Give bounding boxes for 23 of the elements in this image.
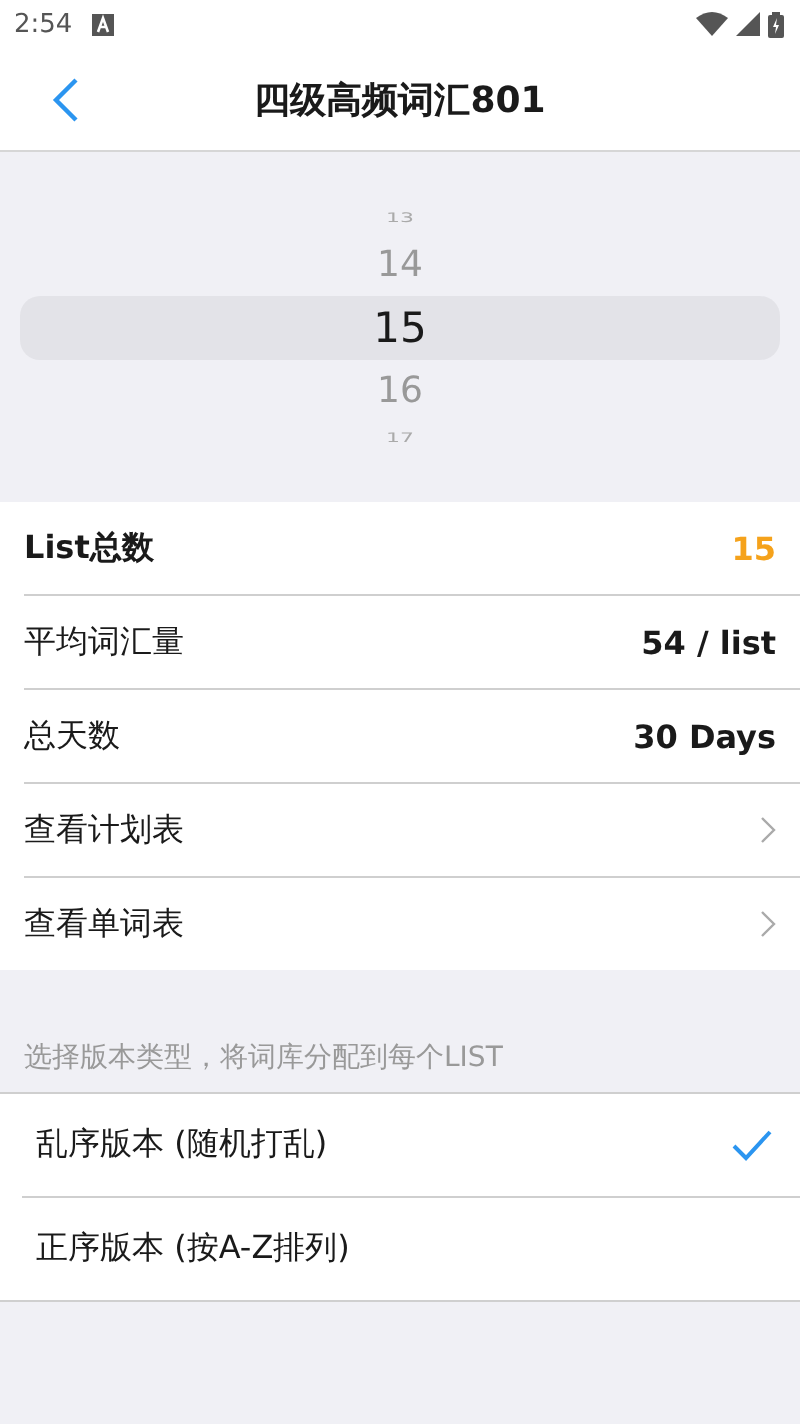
section-caption: 选择版本类型，将词库分配到每个LIST — [22, 1040, 505, 1078]
chevron-icon — [760, 816, 776, 844]
chevron-icon — [760, 910, 776, 938]
setting-label: 查看计划表 — [24, 809, 184, 851]
setting-label: 查看单词表 — [24, 903, 184, 945]
setting-value: 54 / list — [641, 623, 776, 661]
wifi-icon — [696, 12, 728, 36]
signal-icon — [736, 12, 760, 36]
version-option[interactable]: 乱序版本 (随机打乱) — [22, 1094, 800, 1198]
battery-icon — [768, 11, 784, 37]
picker-item[interactable]: 15 — [20, 295, 780, 359]
settings-link-row[interactable]: 查看计划表 — [24, 784, 800, 878]
setting-value: 15 — [731, 529, 776, 567]
setting-label: 总天数 — [24, 715, 120, 757]
check-icon — [732, 1129, 772, 1161]
status-time: 2:54 — [14, 9, 73, 39]
setting-value: 30 Days — [633, 717, 776, 755]
settings-link-row[interactable]: 查看单词表 — [24, 878, 800, 970]
page-title: 四级高频词汇801 — [254, 77, 546, 123]
setting-label: 平均词汇量 — [24, 621, 184, 663]
keyboard-icon — [92, 13, 115, 35]
setting-label: List总数 — [24, 527, 154, 569]
version-option[interactable]: 正序版本 (按A-Z排列) — [22, 1198, 800, 1300]
